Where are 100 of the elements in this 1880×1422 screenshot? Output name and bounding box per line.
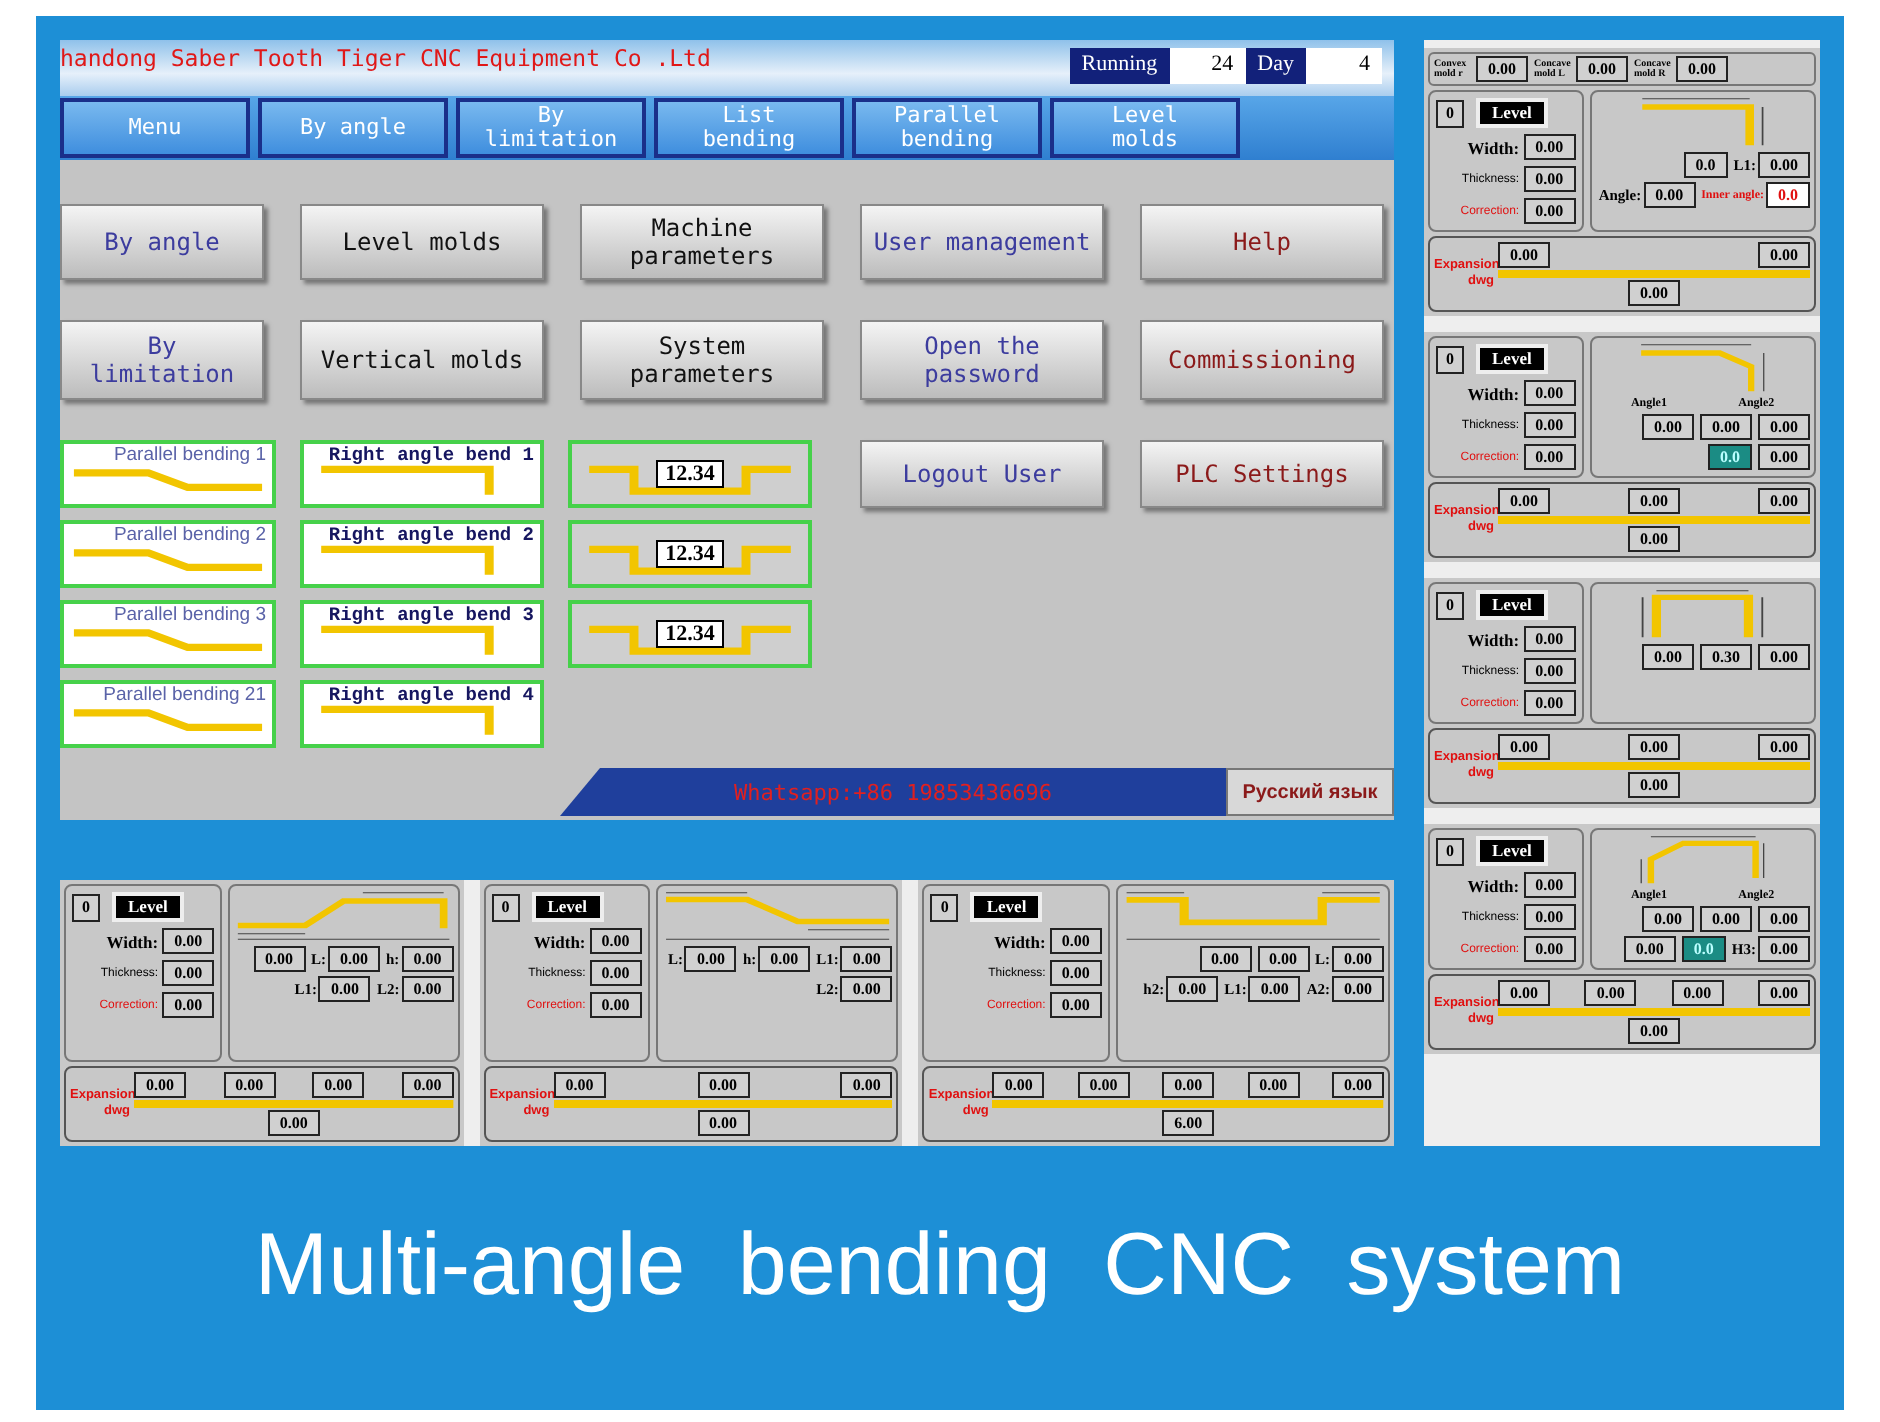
value-field[interactable]: 0.00 xyxy=(1049,928,1102,954)
value-field[interactable]: 0.00 xyxy=(992,1072,1045,1098)
number-field[interactable]: 0 xyxy=(1436,345,1464,373)
value-field[interactable]: 0.00 xyxy=(1758,906,1810,932)
value-field[interactable]: 0.00 xyxy=(1576,56,1628,82)
level-button[interactable]: Level xyxy=(970,892,1043,922)
value-field[interactable]: 0.00 xyxy=(589,992,642,1018)
value-field[interactable]: 0.00 xyxy=(1628,526,1680,552)
value-field[interactable]: 0.00 xyxy=(267,1110,320,1136)
value-field[interactable]: 0.00 xyxy=(1523,936,1576,962)
number-field[interactable]: 0 xyxy=(1436,99,1464,127)
value-field[interactable]: 0.00 xyxy=(840,946,893,972)
value-field[interactable]: 0.00 xyxy=(1642,644,1694,670)
bend-type-button[interactable]: Right angle bend 1 xyxy=(300,440,544,508)
value-field[interactable]: 0.00 xyxy=(1628,1018,1680,1044)
bend-type-button[interactable]: 12.34 xyxy=(568,600,812,668)
value-field[interactable]: 0.00 xyxy=(1331,1072,1384,1098)
value-field[interactable]: 0.00 xyxy=(589,960,642,986)
bend-type-button[interactable]: Right angle bend 2 xyxy=(300,520,544,588)
number-field[interactable]: 0 xyxy=(1436,837,1464,865)
value-field[interactable]: 0.00 xyxy=(1199,946,1251,972)
menu-button[interactable]: Level molds xyxy=(300,204,544,280)
value-field[interactable]: 0.00 xyxy=(134,1072,186,1098)
value-field[interactable]: 0.00 xyxy=(1049,960,1102,986)
bend-type-button[interactable]: 12.34 xyxy=(568,440,812,508)
value-field[interactable]: 0.00 xyxy=(1523,380,1576,406)
level-button[interactable]: Level xyxy=(112,892,184,922)
level-button[interactable]: Level xyxy=(1476,590,1548,620)
value-field[interactable]: 0.0 xyxy=(1766,182,1810,208)
value-field[interactable]: 0.00 xyxy=(1523,904,1576,930)
value-field[interactable]: 0.00 xyxy=(1671,980,1724,1006)
value-field[interactable]: 0.00 xyxy=(1498,488,1550,514)
bend-type-button[interactable]: Right angle bend 4 xyxy=(300,680,544,748)
value-field[interactable]: 0.00 xyxy=(1523,166,1576,192)
menu-button[interactable]: By limitation xyxy=(60,320,264,400)
value-field[interactable]: 0.00 xyxy=(1643,182,1696,208)
value-field[interactable]: 0.00 xyxy=(318,976,371,1002)
level-button[interactable]: Level xyxy=(1476,344,1548,374)
level-button[interactable]: Level xyxy=(1476,98,1548,128)
value-field[interactable]: 0.00 xyxy=(758,946,811,972)
value-field[interactable]: 0.00 xyxy=(1628,280,1680,306)
value-field[interactable]: 0.00 xyxy=(1700,906,1752,932)
value-field[interactable]: 0.00 xyxy=(1758,734,1810,760)
value-field[interactable]: 0.00 xyxy=(1049,992,1102,1018)
value-field[interactable]: 0.00 xyxy=(401,1072,454,1098)
value-field[interactable]: 0.00 xyxy=(553,1072,606,1098)
value-field[interactable]: 0.00 xyxy=(1758,152,1810,178)
value-field[interactable]: 0.30 xyxy=(1700,644,1752,670)
value-field[interactable]: 0.00 xyxy=(1166,976,1219,1002)
value-field[interactable]: 0.00 xyxy=(684,946,737,972)
value-field[interactable]: 0.00 xyxy=(312,1072,365,1098)
bend-type-button[interactable]: 12.34 xyxy=(568,520,812,588)
value-field[interactable]: 0.00 xyxy=(1758,644,1810,670)
menu-button[interactable]: Open the password xyxy=(860,320,1104,400)
value-field[interactable]: 0.00 xyxy=(1523,690,1576,716)
value-field[interactable]: 0.00 xyxy=(1642,906,1694,932)
value-field[interactable]: 0.00 xyxy=(1332,976,1384,1002)
value-field[interactable]: 0.00 xyxy=(1498,980,1550,1006)
value-field[interactable]: 0.00 xyxy=(1642,414,1694,440)
menu-button[interactable]: PLC Settings xyxy=(1140,440,1384,508)
value-field[interactable]: 6.00 xyxy=(1162,1110,1215,1136)
menu-button[interactable]: User management xyxy=(860,204,1104,280)
value-field[interactable]: 0.00 xyxy=(1247,1072,1300,1098)
value-field[interactable]: 0.00 xyxy=(401,976,454,1002)
bend-type-button[interactable]: Parallel bending 2 xyxy=(60,520,276,588)
value-field[interactable]: 0.00 xyxy=(1523,872,1576,898)
value-field[interactable]: 0.00 xyxy=(1162,1072,1215,1098)
value-field[interactable]: 0.00 xyxy=(1628,772,1680,798)
number-field[interactable]: 0 xyxy=(930,893,959,921)
value-field[interactable]: 0.00 xyxy=(1523,444,1576,470)
value-field[interactable]: 0.00 xyxy=(1623,936,1676,962)
value-field[interactable]: 0.00 xyxy=(1700,414,1752,440)
value-field[interactable]: 0.0 xyxy=(1683,152,1728,178)
value-field[interactable]: 0.00 xyxy=(1758,242,1810,268)
value-field[interactable]: 0.00 xyxy=(1584,980,1637,1006)
bend-type-button[interactable]: Parallel bending 3 xyxy=(60,600,276,668)
value-field[interactable]: 0.00 xyxy=(1476,56,1528,82)
menu-button[interactable]: Help xyxy=(1140,204,1384,280)
bend-type-button[interactable]: Right angle bend 3 xyxy=(300,600,544,668)
value-field[interactable]: 0.00 xyxy=(1523,198,1576,224)
menu-button[interactable]: Commissioning xyxy=(1140,320,1384,400)
menu-button[interactable]: By angle xyxy=(60,204,264,280)
value-field[interactable]: 0.00 xyxy=(162,992,215,1018)
bend-type-button[interactable]: Parallel bending 1 xyxy=(60,440,276,508)
bend-type-button[interactable]: Parallel bending 21 xyxy=(60,680,276,748)
value-field[interactable]: 0.00 xyxy=(1248,976,1301,1002)
value-field[interactable]: 0.00 xyxy=(589,928,642,954)
value-field[interactable]: 0.00 xyxy=(1498,734,1550,760)
value-field[interactable]: 0.00 xyxy=(1676,56,1728,82)
value-field[interactable]: 0.00 xyxy=(162,928,215,954)
menu-button[interactable]: Logout User xyxy=(860,440,1104,508)
value-field[interactable]: 0.0 xyxy=(1681,936,1726,962)
level-button[interactable]: Level xyxy=(531,892,604,922)
value-field[interactable]: 0.00 xyxy=(1523,134,1576,160)
value-field[interactable]: 0.00 xyxy=(1628,734,1680,760)
value-field[interactable]: 0.00 xyxy=(1523,412,1576,438)
level-button[interactable]: Level xyxy=(1476,836,1548,866)
value-field[interactable]: 0.00 xyxy=(1757,980,1810,1006)
value-field[interactable]: 0.00 xyxy=(1523,626,1576,652)
value-field[interactable]: 0.00 xyxy=(1628,488,1680,514)
